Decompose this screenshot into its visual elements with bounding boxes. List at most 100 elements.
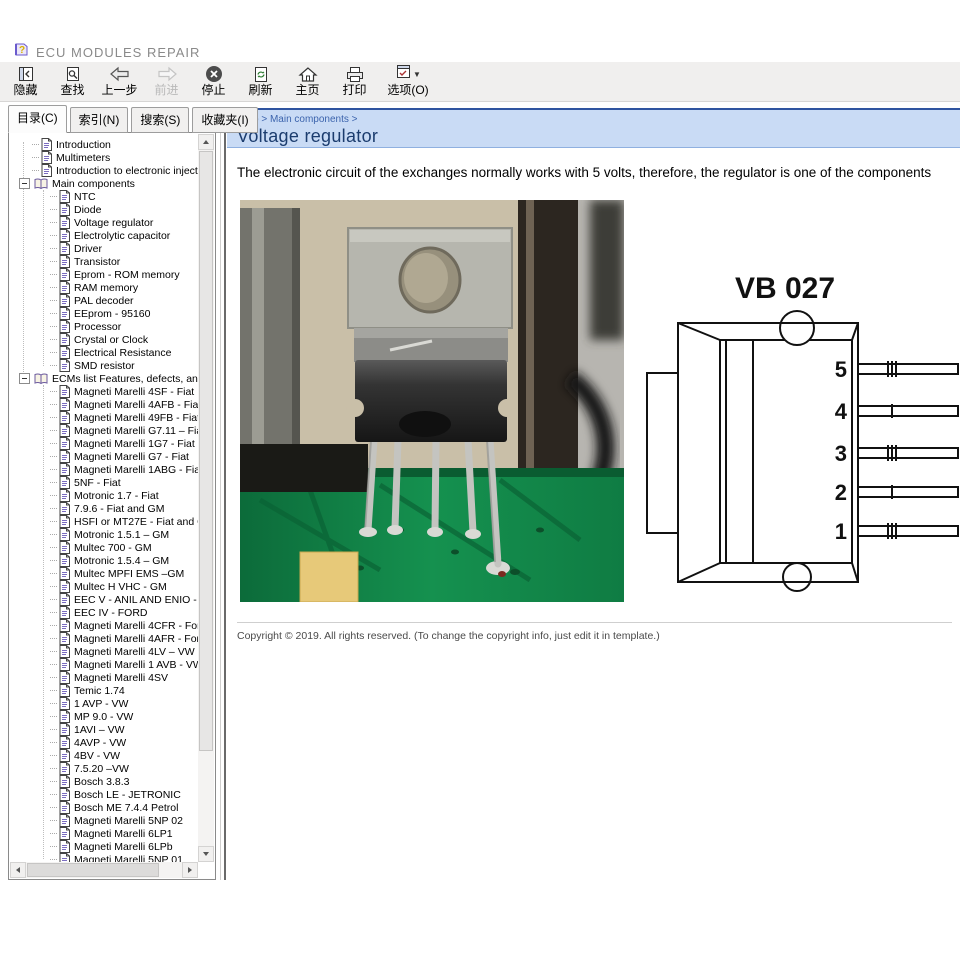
find-button[interactable]: 查找 <box>49 62 96 100</box>
copyright-text: Copyright © 2019. All rights reserved. (… <box>237 630 660 642</box>
tree-vertical-scrollbar[interactable] <box>198 134 214 862</box>
tree-page-item[interactable]: Bosch ME 7.4.4 Petrol <box>10 801 198 814</box>
tree-page-item[interactable]: Bosch 3.8.3 <box>10 775 198 788</box>
tree-page-item[interactable]: 1 AVP - VW <box>10 697 198 710</box>
tree-page-item[interactable]: Magneti Marelli 5NP 02 <box>10 814 198 827</box>
scroll-left-button[interactable] <box>10 862 26 878</box>
tree-page-item[interactable]: Magneti Marelli 4AFB - Fiat <box>10 398 198 411</box>
tree-page-item[interactable]: Multec MPFI EMS –GM <box>10 567 198 580</box>
stop-button[interactable]: 停止 <box>190 62 237 100</box>
tree-item-label: Magneti Marelli 1 AVB - VW <box>74 659 198 671</box>
tree-page-item[interactable]: Magneti Marelli 4SF - Fiat <box>10 385 198 398</box>
scroll-right-button[interactable] <box>182 862 198 878</box>
tree-page-item[interactable]: 7.9.6 - Fiat and GM <box>10 502 198 515</box>
tree-page-item[interactable]: Magneti Marelli 1 AVB - VW <box>10 658 198 671</box>
tab-contents[interactable]: 目录(C) <box>8 105 67 133</box>
tree-page-item[interactable]: Introduction <box>10 138 198 151</box>
tree-page-item[interactable]: Processor <box>10 320 198 333</box>
tree-page-item[interactable]: Motronic 1.7 - Fiat <box>10 489 198 502</box>
tree-horizontal-scrollbar[interactable] <box>10 862 198 878</box>
tree-page-item[interactable]: MP 9.0 - VW <box>10 710 198 723</box>
refresh-button[interactable]: 刷新 <box>237 62 284 100</box>
tree-page-item[interactable]: Multimeters <box>10 151 198 164</box>
tree-page-item[interactable]: Magneti Marelli 1G7 - Fiat <box>10 437 198 450</box>
tree-page-item[interactable]: 5NF - Fiat <box>10 476 198 489</box>
tab-index[interactable]: 索引(N) <box>70 107 129 133</box>
tree-item-label: Processor <box>74 321 121 333</box>
tree-item-label: Eprom - ROM memory <box>74 269 180 281</box>
tree-page-item[interactable]: Transistor <box>10 255 198 268</box>
forward-button-label: 前进 <box>154 83 178 97</box>
tree-item-label: Magneti Marelli 4LV – VW <box>74 646 195 658</box>
tree-page-item[interactable]: Temic 1.74 <box>10 684 198 697</box>
tree-page-item[interactable]: Magneti Marelli 6LPb <box>10 840 198 853</box>
tree-page-item[interactable]: Introduction to electronic injection <box>10 164 198 177</box>
tree-page-item[interactable]: Magneti Marelli G7 - Fiat <box>10 450 198 463</box>
page-icon <box>59 346 70 359</box>
hide-button[interactable]: 隐藏 <box>2 62 49 100</box>
tree-page-item[interactable]: 4BV - VW <box>10 749 198 762</box>
pin-label-3: 3 <box>835 441 847 466</box>
tree-page-item[interactable]: Driver <box>10 242 198 255</box>
tree-page-item[interactable]: Crystal or Clock <box>10 333 198 346</box>
arrow-down-icon <box>203 852 209 856</box>
tree-page-item[interactable]: Magneti Marelli G7.11 – Fiat <box>10 424 198 437</box>
home-button[interactable]: 主页 <box>284 62 331 100</box>
tree-page-item[interactable]: EEC IV - FORD <box>10 606 198 619</box>
tree-book-item[interactable]: ECMs list Features, defects, and repair <box>10 372 198 385</box>
tree-page-item[interactable]: Magneti Marelli 5NP 01 <box>10 853 198 862</box>
expander-minus-icon[interactable] <box>19 373 30 384</box>
tree-page-item[interactable]: PAL decoder <box>10 294 198 307</box>
tree-item-label: Magneti Marelli 4SV <box>74 672 168 684</box>
tree-book-item[interactable]: Main components <box>10 177 198 190</box>
page-icon <box>59 697 70 710</box>
print-button[interactable]: 打印 <box>331 62 378 100</box>
options-button[interactable]: ▼ 选项(O) <box>378 62 438 100</box>
expander-minus-icon[interactable] <box>19 178 30 189</box>
tree-page-item[interactable]: 7.5.20 –VW <box>10 762 198 775</box>
tree-item-label: Magneti Marelli 49FB - Fiat <box>74 412 198 424</box>
tree-item-label: EEC V - ANIL AND ENIO - FORD <box>74 594 198 606</box>
tab-search[interactable]: 搜索(S) <box>131 107 189 133</box>
page-icon <box>59 606 70 619</box>
tab-favorites[interactable]: 收藏夹(I) <box>192 107 257 133</box>
tree-page-item[interactable]: Diode <box>10 203 198 216</box>
scroll-down-button[interactable] <box>198 846 214 862</box>
tree-page-item[interactable]: Motronic 1.5.4 – GM <box>10 554 198 567</box>
tree-page-item[interactable]: 1AVI – VW <box>10 723 198 736</box>
page-icon <box>59 268 70 281</box>
tree-connector <box>50 781 57 782</box>
tree-page-item[interactable]: 4AVP - VW <box>10 736 198 749</box>
tree-page-item[interactable]: NTC <box>10 190 198 203</box>
horizontal-scroll-thumb[interactable] <box>27 863 159 877</box>
panel-splitter[interactable] <box>220 108 221 880</box>
tree-page-item[interactable]: Magneti Marelli 4AFR - Ford <box>10 632 198 645</box>
tree-page-item[interactable]: EEC V - ANIL AND ENIO - FORD <box>10 593 198 606</box>
tree-connector <box>50 638 57 639</box>
back-button[interactable]: 上一步 <box>96 62 143 100</box>
tree-page-item[interactable]: EEprom - 95160 <box>10 307 198 320</box>
tree-page-item[interactable]: Eprom - ROM memory <box>10 268 198 281</box>
tree-page-item[interactable]: Magneti Marelli 1ABG - Fiat <box>10 463 198 476</box>
tree-page-item[interactable]: Voltage regulator <box>10 216 198 229</box>
tree-page-item[interactable]: RAM memory <box>10 281 198 294</box>
tree-page-item[interactable]: Magneti Marelli 6LP1 <box>10 827 198 840</box>
refresh-button-label: 刷新 <box>248 83 272 97</box>
tree-page-item[interactable]: Magneti Marelli 4CFR - Ford <box>10 619 198 632</box>
tree-page-item[interactable]: Electrolytic capacitor <box>10 229 198 242</box>
tree-page-item[interactable]: Magneti Marelli 4SV <box>10 671 198 684</box>
tree-page-item[interactable]: Electrical Resistance <box>10 346 198 359</box>
vertical-scroll-thumb[interactable] <box>199 151 213 751</box>
tree-page-item[interactable]: Bosch LE - JETRONIC <box>10 788 198 801</box>
tree-page-item[interactable]: Magneti Marelli 49FB - Fiat <box>10 411 198 424</box>
tree-page-item[interactable]: Multec 700 - GM <box>10 541 198 554</box>
tree-page-item[interactable]: HSFI or MT27E - Fiat and GM <box>10 515 198 528</box>
tree-page-item[interactable]: Magneti Marelli 4LV – VW <box>10 645 198 658</box>
tree-connector <box>50 352 57 353</box>
scroll-up-button[interactable] <box>198 134 214 150</box>
tree-page-item[interactable]: SMD resistor <box>10 359 198 372</box>
tree-page-item[interactable]: Motronic 1.5.1 – GM <box>10 528 198 541</box>
forward-button[interactable]: 前进 <box>143 62 190 100</box>
back-arrow-icon <box>109 65 131 83</box>
tree-page-item[interactable]: Multec H VHC - GM <box>10 580 198 593</box>
